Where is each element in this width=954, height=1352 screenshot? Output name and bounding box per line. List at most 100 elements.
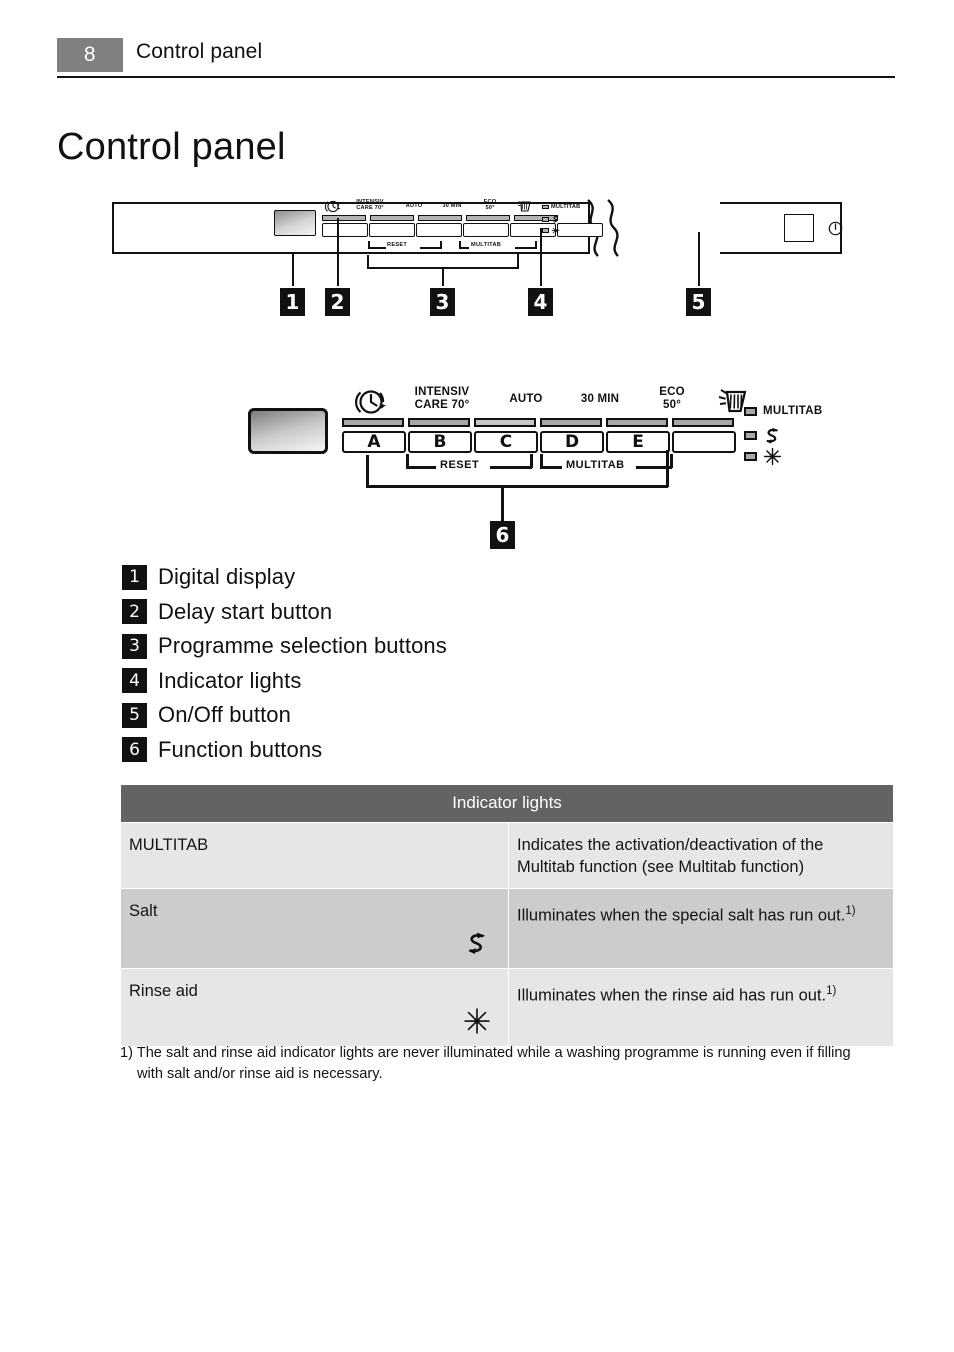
function-button-c[interactable] [416,223,462,237]
leader-line-6c [666,450,669,487]
function-button-b[interactable] [369,223,415,237]
header-divider [57,76,895,79]
programme-label-group: INTENSIV CARE 70° AUTO 30 MIN ECO 50° [322,199,544,215]
leader-line-6b [366,485,668,488]
panel-right-contents [720,202,843,254]
function-button-c[interactable]: C [474,431,538,453]
legend-label-6: Function buttons [158,736,323,762]
legend-label-4: Indicator lights [158,667,302,693]
bracket-multitab-label: MULTITAB [566,459,625,471]
programme-bar-intensiv [370,215,414,221]
rinse-spray-icon [517,201,531,212]
multitab-led-icon [542,204,549,210]
legend-list: 1 Digital display 2 Delay start button 3… [122,560,622,767]
programme-bar-intensiv [408,418,470,427]
footnote-line-1: The salt and rinse aid indicator lights … [136,1045,851,1061]
table-cell-description: Illuminates when the rinse aid has run o… [508,968,894,1047]
table-cell-description: Indicates the activation/deactivation of… [508,822,894,889]
function-button-a[interactable] [322,223,368,237]
legend-number-5: 5 [122,702,147,728]
legend-label-2: Delay start button [158,598,333,624]
salt-led-icon [542,217,549,222]
table-cell-description-text: Illuminates when the special salt has ru… [517,906,846,925]
indicator-light-group: MULTITAB [542,200,588,235]
list-item: 3 Programme selection buttons [122,629,622,664]
table-header-cell: Indicator lights [120,784,894,823]
callout-1: 1 [280,288,305,316]
programme-label-auto: AUTO [509,393,543,405]
digital-display-detail [248,408,328,454]
bracket-reset: RESET [368,237,444,249]
legend-label-5: On/Off button [158,702,291,728]
legend-number-2: 2 [122,599,147,625]
footnote-line-2: with salt and/or rinse aid is necessary. [137,1066,383,1082]
delay-start-icon [324,200,341,213]
table-cell-name: MULTITAB [120,822,509,889]
footnote-marker: 1) [826,985,837,997]
programme-bar-delay [322,215,366,221]
list-item: 6 Function buttons [122,733,622,768]
programme-label-30min: 30 MIN [580,393,620,405]
table-cell-description-text: Illuminates when the rinse aid has run o… [517,986,827,1005]
bracket-multitab: MULTITAB [459,237,545,249]
page-header: 8 Control panel [57,38,895,79]
list-item: 2 Delay start button [122,595,622,630]
programme-label-auto: AUTO [405,203,423,209]
salt-icon [553,215,559,223]
indicator-salt [542,215,560,224]
multitab-led-icon [744,406,757,416]
programme-bar-eco [606,418,668,427]
indicator-salt [744,426,782,445]
footnote-marker: 1) [845,905,856,917]
indicator-multitab-label: MULTITAB [763,405,823,417]
table-cell-name-text: Rinse aid [129,982,198,1000]
indicator-rinse-aid [542,226,560,235]
rinse-aid-icon [763,447,782,466]
function-button-e[interactable]: E [606,431,670,453]
leader-line-1 [292,254,295,286]
control-panel-detail-figure: INTENSIV CARE 70° AUTO 30 MIN ECO 50° A B … [246,386,846,556]
function-button-a[interactable]: A [342,431,406,453]
salt-icon [766,427,779,444]
callout-2: 2 [325,288,350,316]
indicator-rinse-aid [744,447,782,466]
callout-5: 5 [686,288,711,316]
page-title: Control panel [57,126,286,168]
table-cell-description: Illuminates when the special salt has ru… [508,888,894,969]
on-off-button[interactable] [784,214,814,242]
legend-label-3: Programme selection buttons [158,633,447,659]
programme-label-intensiv: INTENSIV CARE 70° [356,199,384,211]
rinse-aid-led-icon [744,452,757,461]
salt-icon [468,932,486,955]
legend-number-3: 3 [122,633,147,659]
indicator-multitab: MULTITAB [542,204,580,210]
control-panel-overview-figure: INTENSIV CARE 70° AUTO 30 MIN ECO 50° RESE… [112,196,843,326]
programme-bar-rinse [672,418,734,427]
programme-bar-auto [418,215,462,221]
table-row: MULTITAB Indicates the activation/deacti… [120,822,894,889]
function-button-b[interactable]: B [408,431,472,453]
table-cell-name: Rinse aid [120,968,509,1047]
programme-label-eco: ECO 50° [483,199,497,211]
function-button-d[interactable]: D [540,431,604,453]
digital-display [274,210,316,236]
leader-line-6a [366,455,369,487]
table-header-row: Indicator lights [120,784,894,823]
legend-number-6: 6 [122,737,147,763]
callout-4: 4 [528,288,553,316]
function-button-d[interactable] [463,223,509,237]
leader-line-5 [698,232,701,286]
table-row: Rinse aid Illuminates when the rinse aid… [120,968,894,1047]
list-item: 4 Indicator lights [122,664,622,699]
function-button-f[interactable] [672,431,736,453]
table-row: Salt Illuminates when the special salt h… [120,888,894,969]
table-cell-name-text: Salt [129,902,158,920]
footnote-marker: 1) [120,1045,133,1061]
programme-bar-auto [474,418,536,427]
programme-bar-30min [540,418,602,427]
page-number: 8 [57,38,123,72]
power-symbol-icon [828,221,843,236]
rinse-aid-icon [464,1008,490,1034]
leader-line-2 [337,218,340,286]
indicator-lights-table: Indicator lights MULTITAB Indicates the … [120,784,894,1047]
